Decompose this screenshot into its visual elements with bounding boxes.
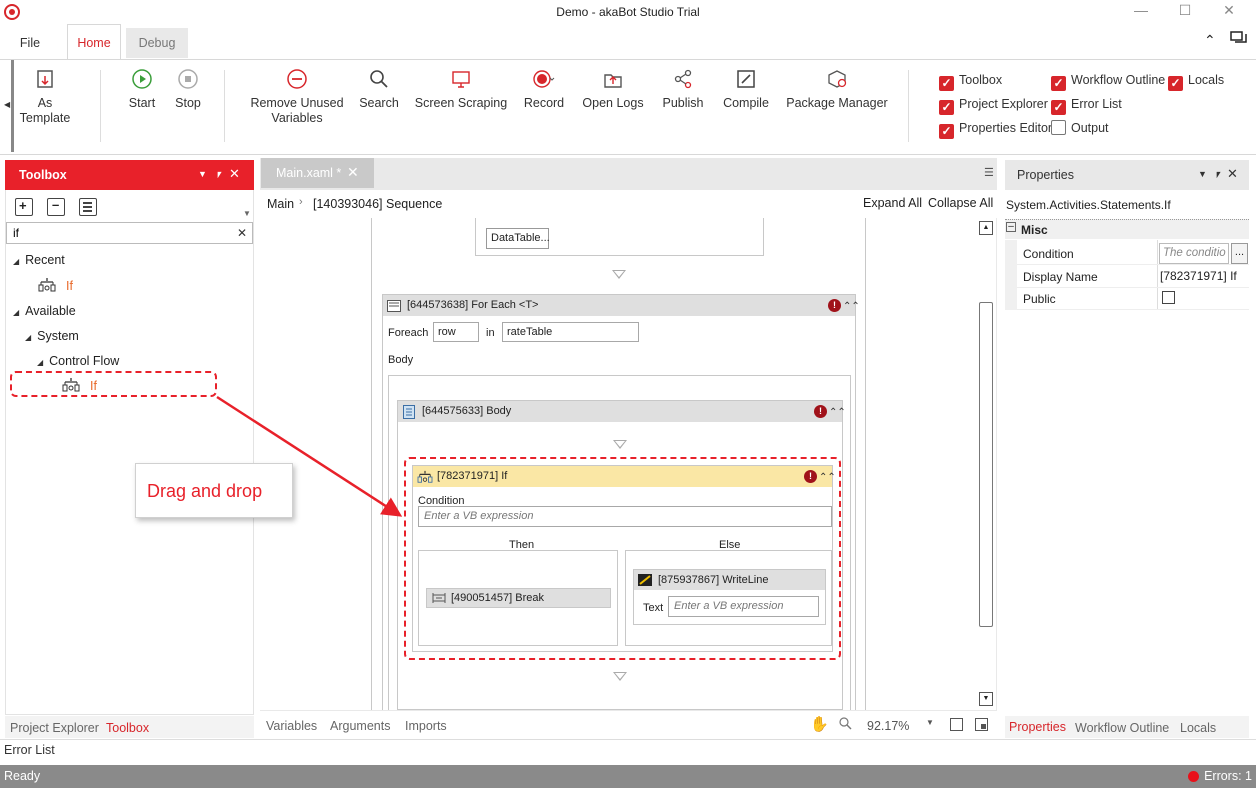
error-dot-icon	[1188, 771, 1199, 782]
status-bar: Ready Errors: 1	[0, 765, 1256, 788]
status-text: Ready	[4, 769, 41, 783]
drag-arrow	[216, 395, 403, 517]
drag-and-drop-callout: Drag and drop	[135, 463, 293, 518]
error-count[interactable]: Errors: 1	[1204, 769, 1252, 783]
